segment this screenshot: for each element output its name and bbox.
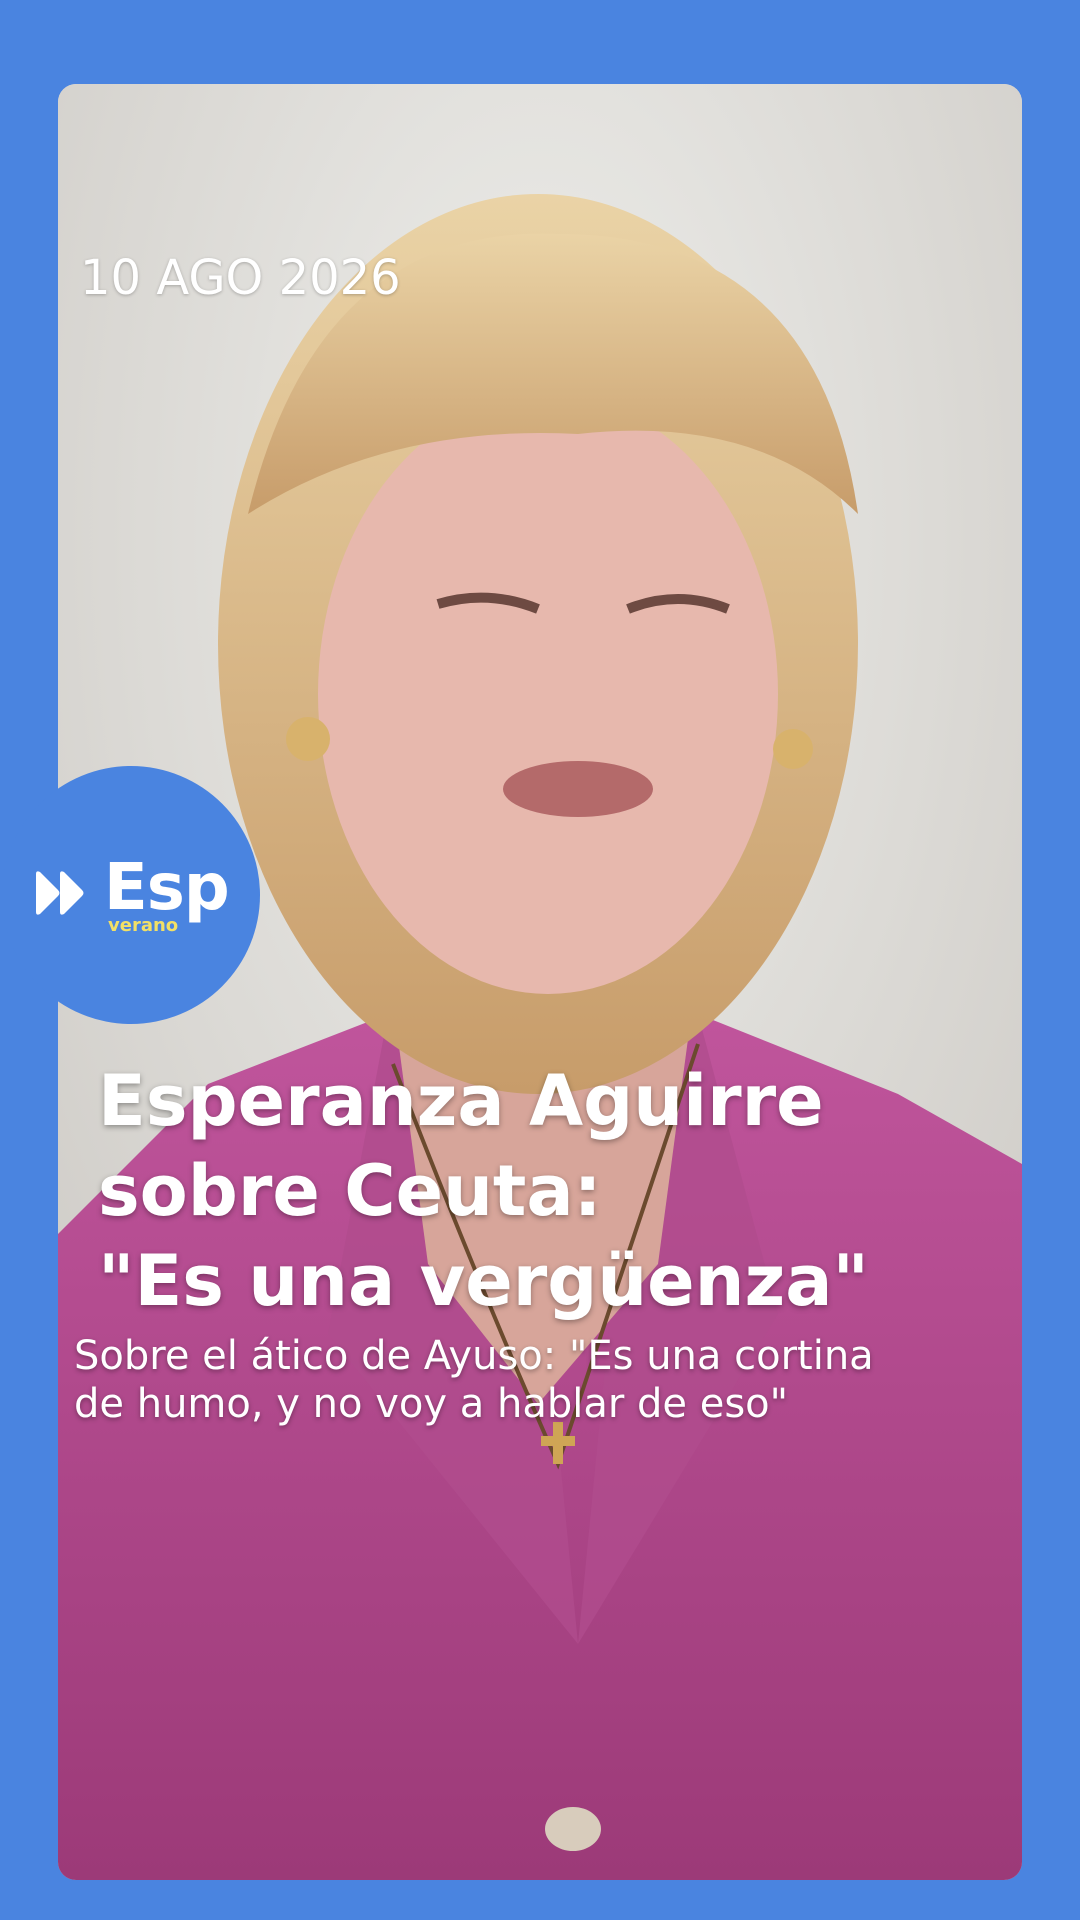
story-subheadline: Sobre el ático de Ayuso: "Es una cortina… [74, 1332, 1014, 1428]
headline-line: Esperanza Aguirre [98, 1060, 824, 1142]
fast-forward-icon [36, 871, 84, 915]
subhead-line: Sobre el ático de Ayuso: "Es una cortina [74, 1333, 874, 1379]
brand-name: Esp [104, 851, 230, 925]
subhead-line: de humo, y no voy a hablar de eso" [74, 1381, 789, 1427]
brand-tagline: verano [108, 915, 179, 936]
headline-line: sobre Ceuta: [98, 1150, 602, 1232]
story-headline: Esperanza Aguirre sobre Ceuta: "Es una v… [98, 1056, 978, 1326]
story-date: 10 AGO 2026 [80, 250, 401, 306]
headline-line: "Es una vergüenza" [98, 1240, 869, 1322]
story-frame: 10 AGO 2026 Esp verano Esperanza Aguirre… [0, 0, 1080, 1920]
